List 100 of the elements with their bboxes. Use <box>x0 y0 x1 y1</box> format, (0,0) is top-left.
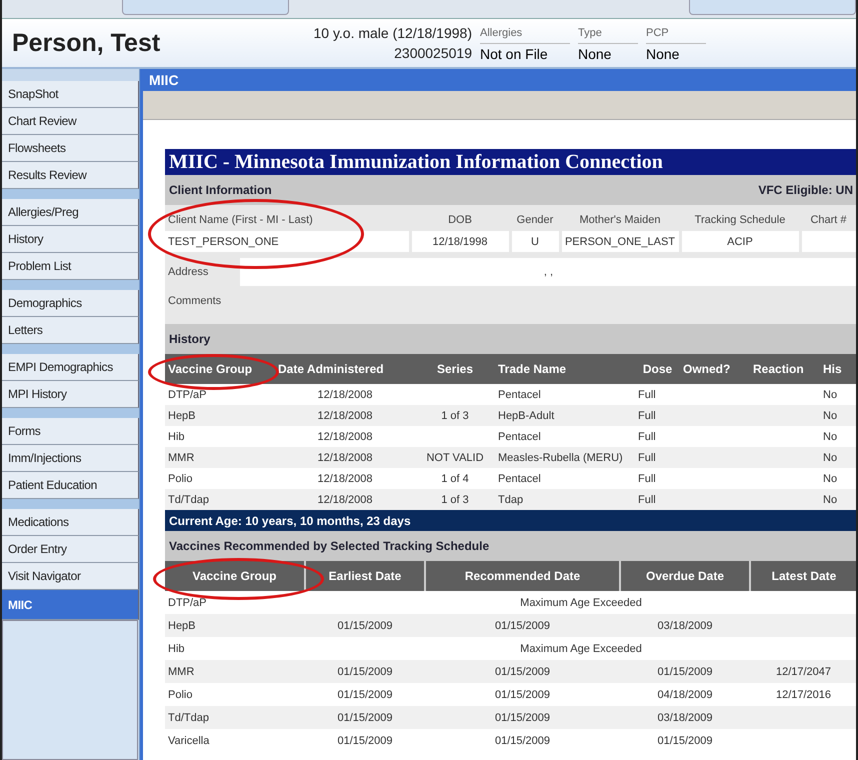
field-label: Type <box>578 22 638 44</box>
sidebar-item[interactable]: Imm/Injections <box>2 445 139 472</box>
field-value: Not on File <box>480 44 549 64</box>
table-cell: Hib <box>165 637 305 660</box>
table-cell: NOT VALID <box>415 447 495 468</box>
table-cell: No <box>820 426 856 447</box>
table-cell: DTP/aP <box>165 384 275 405</box>
table-cell: HepB <box>165 405 275 426</box>
table-cell: 12/18/2008 <box>275 405 415 426</box>
table-cell: No <box>820 468 856 489</box>
field-value: PERSON_ONE_LAST <box>560 231 680 252</box>
sidebar-item[interactable]: Patient Education <box>2 472 139 499</box>
table-cell: HepB-Adult <box>495 405 635 426</box>
sidebar-item[interactable]: Flowsheets <box>2 135 139 162</box>
table-cell: 1 of 3 <box>415 489 495 510</box>
field-value: ACIP <box>680 231 800 252</box>
sidebar-item[interactable]: Medications <box>2 509 139 536</box>
section-title: History <box>169 332 210 346</box>
sidebar-item[interactable]: Order Entry <box>2 536 139 563</box>
table-cell: Maximum Age Exceeded <box>305 637 856 660</box>
table-cell: HepB <box>165 614 305 637</box>
table-cell: 03/18/2009 <box>620 614 750 637</box>
field-label: Chart # <box>810 214 847 226</box>
sidebar-item[interactable]: Allergies/Preg <box>2 199 139 226</box>
sidebar-item[interactable]: EMPI Demographics <box>2 354 139 381</box>
column-header: Overdue Date <box>620 561 750 591</box>
table-cell: Full <box>635 489 680 510</box>
sidebar-item[interactable]: History <box>2 226 139 253</box>
table-cell: Varicella <box>165 729 305 752</box>
table-cell: Full <box>635 426 680 447</box>
column-header: Latest Date <box>750 561 856 591</box>
sidebar-item[interactable]: Forms <box>2 418 139 445</box>
table-cell: 12/18/2008 <box>275 426 415 447</box>
table-cell: Tdap <box>495 489 635 510</box>
table-cell: DTP/aP <box>165 591 305 614</box>
table-cell: 12/17/2047 <box>750 660 856 683</box>
table-cell: 04/18/2009 <box>620 683 750 706</box>
window-tab[interactable] <box>689 0 856 15</box>
field-label: Comments <box>168 295 222 307</box>
sidebar-item[interactable]: Results Review <box>2 162 139 189</box>
table-cell: MMR <box>165 660 305 683</box>
table-cell: 01/15/2009 <box>620 660 750 683</box>
field-label: Client Name (First - MI - Last) <box>168 214 313 226</box>
table-cell: No <box>820 405 856 426</box>
table-cell: Td/Tdap <box>165 489 275 510</box>
field-value: None <box>578 44 612 64</box>
sidebar-item[interactable]: Problem List <box>2 253 139 280</box>
vfc-status: VFC Eligible: UN <box>758 183 853 197</box>
table-cell: 01/15/2009 <box>620 729 750 752</box>
table-cell: Pentacel <box>495 384 635 405</box>
field-value: U <box>510 231 560 252</box>
current-age: Current Age: 10 years, 10 months, 23 days <box>165 510 856 531</box>
table-cell: 01/15/2009 <box>425 729 620 752</box>
patient-name: Person, Test <box>12 28 162 58</box>
field-label: Allergies <box>480 22 570 44</box>
window-tab[interactable] <box>122 0 289 15</box>
column-header: Trade Name <box>495 354 635 384</box>
column-header: Date Administered <box>275 354 415 384</box>
table-cell: 03/18/2009 <box>620 706 750 729</box>
sidebar-item[interactable]: MIIC <box>2 590 139 620</box>
table-cell: 1 of 4 <box>415 468 495 489</box>
section-title: Client Information <box>169 183 272 197</box>
table-cell: 01/15/2009 <box>425 683 620 706</box>
column-header: Earliest Date <box>305 561 425 591</box>
table-cell: Pentacel <box>495 426 635 447</box>
table-cell: 01/15/2009 <box>305 660 425 683</box>
field-label: Tracking Schedule <box>694 214 786 226</box>
field-label: PCP <box>646 22 706 44</box>
sidebar-item[interactable]: SnapShot <box>2 81 139 108</box>
field-label: Mother's Maiden <box>580 214 660 226</box>
sidebar-item[interactable]: Visit Navigator <box>2 563 139 590</box>
table-cell: 01/15/2009 <box>425 614 620 637</box>
table-cell: Full <box>635 447 680 468</box>
section-title: Vaccines Recommended by Selected Tracking Schedule <box>169 539 490 553</box>
table-cell: MMR <box>165 447 275 468</box>
field-label: Gender <box>516 214 554 226</box>
patient-id: 2300025019 <box>394 44 472 63</box>
table-cell: Pentacel <box>495 468 635 489</box>
sidebar-item[interactable]: Chart Review <box>2 108 139 135</box>
sidebar-item[interactable]: Demographics <box>2 290 139 317</box>
table-cell: Td/Tdap <box>165 706 305 729</box>
table-cell: 1 of 3 <box>415 405 495 426</box>
table-cell: Polio <box>165 468 275 489</box>
field-value: 12/18/1998 <box>410 231 510 252</box>
table-cell: 01/15/2009 <box>425 660 620 683</box>
table-cell: No <box>820 384 856 405</box>
table-cell: Maximum Age Exceeded <box>305 591 856 614</box>
table-cell: Full <box>635 384 680 405</box>
table-cell: 12/18/2008 <box>275 447 415 468</box>
column-header: Series <box>415 354 495 384</box>
table-cell: Measles-Rubella (MERU) <box>495 447 635 468</box>
column-header: Recommended Date <box>425 561 620 591</box>
table-cell: Polio <box>165 683 305 706</box>
sidebar-item[interactable]: Letters <box>2 317 139 344</box>
column-header: Vaccine Group <box>165 561 305 591</box>
sidebar-item[interactable]: MPI History <box>2 381 139 408</box>
field-value: None <box>646 44 680 64</box>
table-cell: 12/17/2016 <box>750 683 856 706</box>
patient-age: 10 y.o. male (12/18/1998) <box>313 24 472 43</box>
table-cell: 01/15/2009 <box>425 706 620 729</box>
